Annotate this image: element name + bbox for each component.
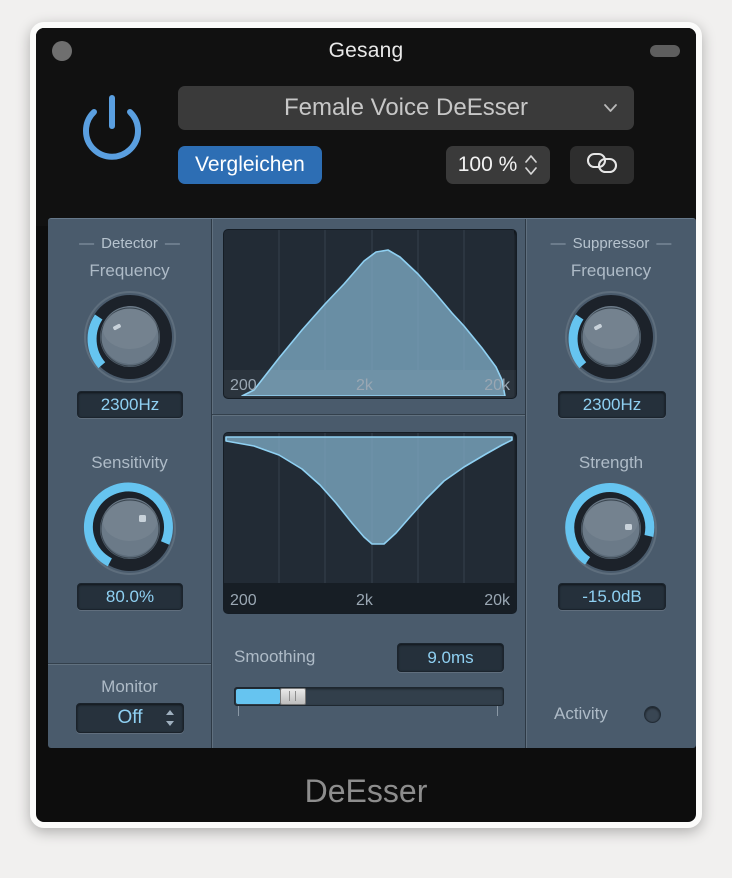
monitor-value: Off (117, 707, 143, 728)
detector-section-title: — Detector — (48, 235, 211, 252)
detector-axis-tick-high: 20k (484, 377, 510, 394)
title-bar: Gesang (36, 28, 696, 74)
suppressor-strength-knob[interactable] (563, 481, 659, 577)
resize-button[interactable] (650, 45, 680, 57)
section-dash-right: — (164, 235, 180, 252)
suppressor-strength-value[interactable]: -15.0dB (558, 583, 666, 610)
activity-label: Activity (554, 704, 608, 723)
section-dash-right: — (656, 235, 672, 252)
detector-title-text: Detector (101, 235, 158, 252)
plugin-window: Gesang Female Voice DeEsser Vergleichen … (30, 22, 702, 828)
monitor-stepper-icon[interactable] (165, 709, 175, 727)
link-icon (585, 150, 619, 181)
suppressor-section-title: — Suppressor — (526, 235, 696, 252)
divider-monitor (48, 663, 211, 665)
suppressor-frequency-knob[interactable] (563, 289, 659, 385)
divider-center (212, 414, 525, 416)
gain-stepper[interactable]: 100 % (446, 146, 550, 184)
section-dash-left: — (550, 235, 566, 252)
smoothing-label: Smoothing (234, 647, 316, 666)
suppressor-response-graph[interactable]: 200 2k 20k (223, 432, 517, 614)
power-icon[interactable] (74, 88, 150, 164)
detector-section: — Detector — Frequency 2300Hz Sensitivity (48, 219, 211, 749)
suppressor-strength-label: Strength (578, 453, 644, 472)
suppressor-axis-tick-mid: 2k (356, 592, 373, 609)
window-title: Gesang (328, 39, 404, 62)
detector-frequency-value[interactable]: 2300Hz (77, 391, 183, 418)
monitor-label: Monitor (101, 677, 158, 696)
compare-button[interactable]: Vergleichen (178, 146, 322, 184)
detector-sensitivity-knob[interactable] (82, 481, 178, 577)
plugin-body: — Detector — Frequency 2300Hz Sensitivity (48, 218, 696, 748)
suppressor-frequency-value[interactable]: 2300Hz (558, 391, 666, 418)
chevron-down-icon (603, 100, 618, 115)
stepper-arrows-icon[interactable] (524, 153, 538, 177)
detector-sensitivity-label: Sensitivity (91, 453, 168, 472)
compare-button-label: Vergleichen (195, 153, 305, 176)
suppressor-axis-tick-high: 20k (484, 592, 510, 609)
detector-response-graph[interactable]: 200 2k 20k (223, 229, 517, 399)
plugin-name-footer: DeEsser (304, 773, 428, 809)
smoothing-tick-max (497, 706, 498, 716)
smoothing-tick-min (238, 706, 239, 716)
center-section: 200 2k 20k 200 2k 20k Smoothing 9.0ms (212, 219, 525, 749)
gain-value: 100 % (457, 153, 518, 176)
suppressor-section: — Suppressor — Frequency 2300Hz Strength (526, 219, 696, 749)
detector-frequency-knob[interactable] (82, 289, 178, 385)
detector-sensitivity-value[interactable]: 80.0% (77, 583, 183, 610)
smoothing-value[interactable]: 9.0ms (397, 643, 504, 672)
detector-frequency-label: Frequency (89, 261, 170, 280)
activity-led (644, 706, 661, 723)
suppressor-frequency-label: Frequency (570, 261, 652, 280)
preset-dropdown[interactable]: Female Voice DeEsser (178, 86, 634, 130)
suppressor-title-text: Suppressor (572, 235, 650, 252)
smoothing-slider[interactable] (234, 687, 504, 706)
preset-value: Female Voice DeEsser (283, 94, 529, 121)
suppressor-axis-tick-low: 200 (230, 592, 257, 609)
smoothing-slider-fill (236, 689, 280, 704)
detector-axis-tick-low: 200 (230, 377, 257, 394)
smoothing-slider-thumb[interactable] (280, 688, 306, 705)
detector-axis-tick-mid: 2k (356, 377, 373, 394)
section-dash-left: — (79, 235, 95, 252)
link-button[interactable] (570, 146, 634, 184)
header-toolbar: Female Voice DeEsser Vergleichen 100 % (36, 74, 696, 226)
monitor-popup-button[interactable]: Off (76, 703, 184, 733)
